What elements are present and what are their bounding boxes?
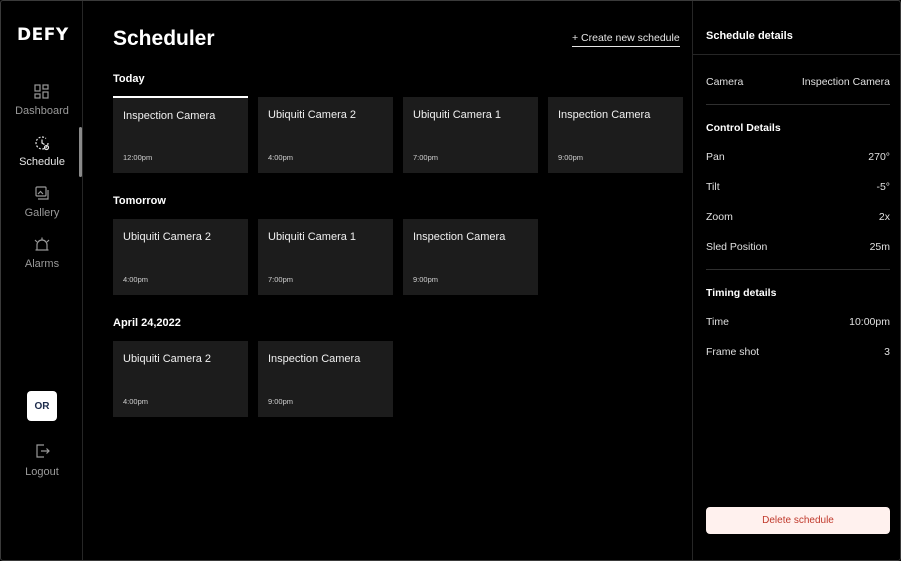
card-row-tomorrow: Ubiquiti Camera 2 4:00pm Ubiquiti Camera… <box>113 219 538 295</box>
divider <box>706 104 890 105</box>
detail-row-camera: Camera Inspection Camera <box>706 76 890 88</box>
sidebar-item-label: Dashboard <box>15 105 69 117</box>
detail-value: -5° <box>876 181 890 193</box>
card-camera-name: Inspection Camera <box>413 231 506 243</box>
detail-row-frame-shot: Frame shot 3 <box>706 346 890 358</box>
detail-value: 2x <box>878 211 890 223</box>
card-time: 12:00pm <box>123 153 153 162</box>
delete-schedule-button[interactable]: Delete schedule <box>706 507 890 534</box>
schedule-card[interactable]: Ubiquiti Camera 2 4:00pm <box>113 341 248 417</box>
sidebar: DEFY Dashboard Schedule Gallery Alarms O… <box>1 1 83 560</box>
card-time: 9:00pm <box>413 275 439 284</box>
sidebar-item-dashboard[interactable]: Dashboard <box>1 83 83 127</box>
sidebar-item-schedule[interactable]: Schedule <box>1 134 83 178</box>
divider <box>706 269 890 270</box>
schedule-card[interactable]: Ubiquiti Camera 1 7:00pm <box>258 219 393 295</box>
sidebar-item-label: Schedule <box>19 156 65 168</box>
schedule-card[interactable]: Inspection Camera 9:00pm <box>258 341 393 417</box>
schedule-card[interactable]: Inspection Camera 12:00pm <box>113 96 248 173</box>
card-time: 4:00pm <box>268 153 294 162</box>
detail-row-zoom: Zoom 2x <box>706 211 890 223</box>
logo: DEFY <box>17 25 69 45</box>
section-label-date: April 24,2022 <box>113 317 181 329</box>
section-label-today: Today <box>113 73 145 85</box>
active-indicator <box>79 127 82 177</box>
card-camera-name: Ubiquiti Camera 2 <box>123 231 212 243</box>
schedule-clock-icon <box>35 136 50 151</box>
card-camera-name: Ubiquiti Camera 2 <box>268 109 357 121</box>
detail-row-sled-position: Sled Position 25m <box>706 241 890 253</box>
card-camera-name: Inspection Camera <box>268 353 361 365</box>
detail-label: Zoom <box>706 211 733 223</box>
detail-label: Time <box>706 316 729 328</box>
logout-button[interactable]: Logout <box>1 442 83 478</box>
schedule-card[interactable]: Ubiquiti Camera 2 4:00pm <box>113 219 248 295</box>
detail-value: 3 <box>884 346 890 358</box>
detail-value: 270° <box>868 151 890 163</box>
sidebar-item-label: Gallery <box>24 207 60 219</box>
card-time: 4:00pm <box>123 275 149 284</box>
detail-value: Inspection Camera <box>801 76 890 88</box>
section-label-tomorrow: Tomorrow <box>113 195 166 207</box>
details-title: Schedule details <box>706 30 793 42</box>
card-time: 9:00pm <box>268 397 294 406</box>
detail-label: Pan <box>706 151 725 163</box>
avatar[interactable]: OR <box>27 391 57 421</box>
sidebar-item-alarms[interactable]: Alarms <box>1 236 83 280</box>
app-window: DEFY Dashboard Schedule Gallery Alarms O… <box>0 0 901 561</box>
card-row-date: Ubiquiti Camera 2 4:00pm Inspection Came… <box>113 341 393 417</box>
card-time: 7:00pm <box>413 153 439 162</box>
detail-row-pan: Pan 270° <box>706 151 890 163</box>
card-row-today: Inspection Camera 12:00pm Ubiquiti Camer… <box>113 96 683 173</box>
card-camera-name: Ubiquiti Camera 1 <box>413 109 502 121</box>
schedule-card[interactable]: Ubiquiti Camera 1 7:00pm <box>403 97 538 173</box>
sidebar-item-gallery[interactable]: Gallery <box>1 185 83 229</box>
detail-label: Camera <box>706 76 744 88</box>
detail-row-tilt: Tilt -5° <box>706 181 890 193</box>
detail-value: 10:00pm <box>849 316 890 328</box>
alarm-bell-icon <box>34 237 50 251</box>
card-camera-name: Ubiquiti Camera 1 <box>268 231 357 243</box>
create-schedule-link[interactable]: + Create new schedule <box>572 32 680 47</box>
control-details-heading: Control Details <box>706 122 781 134</box>
detail-value: 25m <box>869 241 890 253</box>
detail-label: Sled Position <box>706 241 768 253</box>
gallery-icon <box>35 186 49 200</box>
timing-details-heading: Timing details <box>706 287 777 299</box>
schedule-card[interactable]: Inspection Camera 9:00pm <box>403 219 538 295</box>
detail-row-time: Time 10:00pm <box>706 316 890 328</box>
divider <box>693 54 900 55</box>
card-camera-name: Inspection Camera <box>123 110 216 122</box>
card-camera-name: Inspection Camera <box>558 109 651 121</box>
logout-icon <box>36 444 50 458</box>
detail-label: Tilt <box>706 181 720 193</box>
logout-label: Logout <box>25 466 59 478</box>
schedule-card[interactable]: Inspection Camera 9:00pm <box>548 97 683 173</box>
dashboard-grid-icon <box>34 84 49 99</box>
detail-label: Frame shot <box>706 346 760 358</box>
schedule-card[interactable]: Ubiquiti Camera 2 4:00pm <box>258 97 393 173</box>
card-camera-name: Ubiquiti Camera 2 <box>123 353 212 365</box>
page-title: Scheduler <box>113 27 215 50</box>
sidebar-item-label: Alarms <box>24 258 60 270</box>
scheduler-main: Scheduler + Create new schedule Today In… <box>84 1 691 560</box>
card-time: 4:00pm <box>123 397 149 406</box>
card-time: 9:00pm <box>558 153 584 162</box>
schedule-details-panel: Schedule details Camera Inspection Camer… <box>692 1 900 560</box>
card-time: 7:00pm <box>268 275 294 284</box>
